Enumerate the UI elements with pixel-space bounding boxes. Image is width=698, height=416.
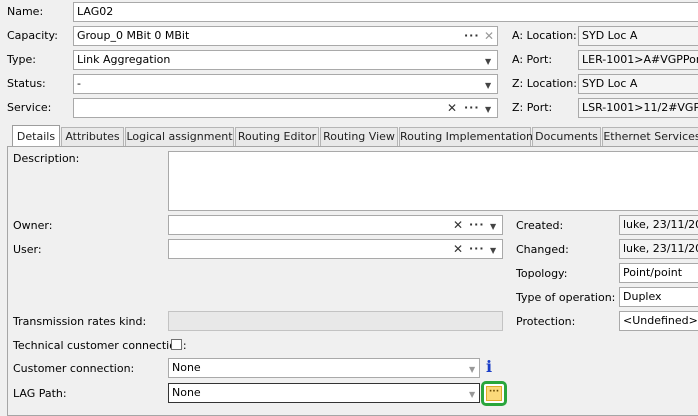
operation-type-select[interactable]: Duplex: [619, 287, 698, 307]
status-dropdown-icon[interactable]: ▼: [485, 78, 491, 93]
changed-field: luke, 23/11/2014: [619, 239, 698, 259]
technical-connection-label: Technical customer connection:: [13, 339, 187, 352]
topology-select[interactable]: Point/point: [619, 263, 698, 283]
z-port-field: LSR-1001>11/2#VGPPort: [578, 98, 698, 118]
changed-label: Changed:: [516, 243, 569, 256]
a-location-label: A: Location:: [512, 29, 577, 42]
info-icon[interactable]: i: [486, 357, 492, 376]
technical-connection-checkbox[interactable]: [171, 339, 182, 350]
z-port-value: LSR-1001>11/2#VGPPort: [582, 101, 698, 114]
z-location-field: SYD Loc A: [578, 74, 698, 94]
a-port-value: LER-1001>A#VGPPort3: [582, 53, 698, 66]
lag-path-select[interactable]: None ▼: [168, 383, 480, 403]
owner-field[interactable]: ✕ ··· ▼: [168, 215, 503, 235]
customer-connection-select[interactable]: None ▼: [168, 358, 480, 378]
z-port-label: Z: Port:: [512, 101, 553, 114]
status-label: Status:: [7, 77, 46, 90]
service-more-icon[interactable]: ···: [464, 100, 480, 116]
status-select[interactable]: - ▼: [73, 74, 498, 94]
tab-attributes[interactable]: Attributes: [61, 127, 124, 146]
user-more-icon[interactable]: ···: [469, 241, 485, 257]
capacity-label: Capacity:: [7, 29, 58, 42]
type-dropdown-icon[interactable]: ▼: [485, 54, 491, 69]
changed-value: luke, 23/11/2014: [623, 242, 698, 255]
more-icon: ···: [486, 386, 502, 401]
name-value: LAG02: [77, 5, 114, 18]
service-dropdown-icon[interactable]: ▼: [485, 102, 491, 117]
protection-select[interactable]: <Undefined>: [619, 311, 698, 331]
a-location-value: SYD Loc A: [582, 29, 638, 42]
lag-path-dropdown-icon[interactable]: ▼: [469, 387, 475, 402]
type-label: Type:: [7, 53, 36, 66]
user-clear-icon[interactable]: ✕: [453, 241, 463, 257]
user-field[interactable]: ✕ ··· ▼: [168, 239, 503, 259]
name-label: Name:: [7, 5, 44, 18]
lag-path-more-button[interactable]: ···: [481, 381, 507, 406]
topology-label: Topology:: [516, 267, 568, 280]
operation-type-label: Type of operation:: [516, 291, 616, 304]
lag-path-value: None: [172, 386, 201, 399]
created-value: luke, 23/11/2014: [623, 218, 698, 231]
a-port-label: A: Port:: [512, 53, 553, 66]
z-location-value: SYD Loc A: [582, 77, 638, 90]
capacity-field[interactable]: Group_0 MBit 0 MBit ··· ✕: [73, 26, 498, 46]
owner-dropdown-icon[interactable]: ▼: [490, 219, 496, 234]
protection-value: <Undefined>: [623, 314, 698, 327]
service-label: Service:: [7, 101, 52, 114]
transmission-rates-field: [168, 311, 503, 331]
operation-type-value: Duplex: [623, 290, 662, 303]
tab-logical-assignment[interactable]: Logical assignment: [125, 127, 234, 146]
description-textarea[interactable]: [168, 151, 698, 211]
customer-connection-value: None: [172, 361, 201, 374]
type-select[interactable]: Link Aggregation ▼: [73, 50, 498, 70]
topology-value: Point/point: [623, 266, 683, 279]
tab-routing-view[interactable]: Routing View: [320, 127, 398, 146]
a-location-field: SYD Loc A: [578, 26, 698, 46]
tab-details[interactable]: Details: [12, 125, 60, 147]
owner-label: Owner:: [13, 219, 53, 232]
tab-routing-editor[interactable]: Routing Editor: [235, 127, 319, 146]
customer-connection-dropdown-icon[interactable]: ▼: [469, 362, 475, 377]
lag-path-label: LAG Path:: [13, 387, 67, 400]
status-value: -: [77, 77, 81, 90]
user-dropdown-icon[interactable]: ▼: [490, 243, 496, 258]
transmission-rates-label: Transmission rates kind:: [13, 315, 147, 328]
capacity-value: Group_0 MBit 0 MBit: [77, 29, 190, 42]
description-label: Description:: [13, 152, 80, 165]
tab-routing-implementation[interactable]: Routing Implementation: [399, 127, 533, 146]
type-value: Link Aggregation: [77, 53, 171, 66]
capacity-clear-icon[interactable]: ✕: [484, 28, 494, 44]
name-field[interactable]: LAG02: [73, 2, 698, 22]
service-field[interactable]: ✕ ··· ▼: [73, 98, 498, 118]
protection-label: Protection:: [516, 315, 576, 328]
owner-clear-icon[interactable]: ✕: [453, 217, 463, 233]
tab-documents[interactable]: Documents: [532, 127, 601, 146]
created-label: Created:: [516, 219, 564, 232]
user-label: User:: [13, 243, 42, 256]
service-clear-icon[interactable]: ✕: [447, 100, 457, 116]
customer-connection-label: Customer connection:: [13, 362, 135, 375]
created-field: luke, 23/11/2014: [619, 215, 698, 235]
capacity-more-icon[interactable]: ···: [464, 28, 480, 44]
tab-ethernet-services[interactable]: Ethernet Services: [602, 127, 698, 146]
owner-more-icon[interactable]: ···: [469, 217, 485, 233]
a-port-field: LER-1001>A#VGPPort3: [578, 50, 698, 70]
z-location-label: Z: Location:: [512, 77, 577, 90]
